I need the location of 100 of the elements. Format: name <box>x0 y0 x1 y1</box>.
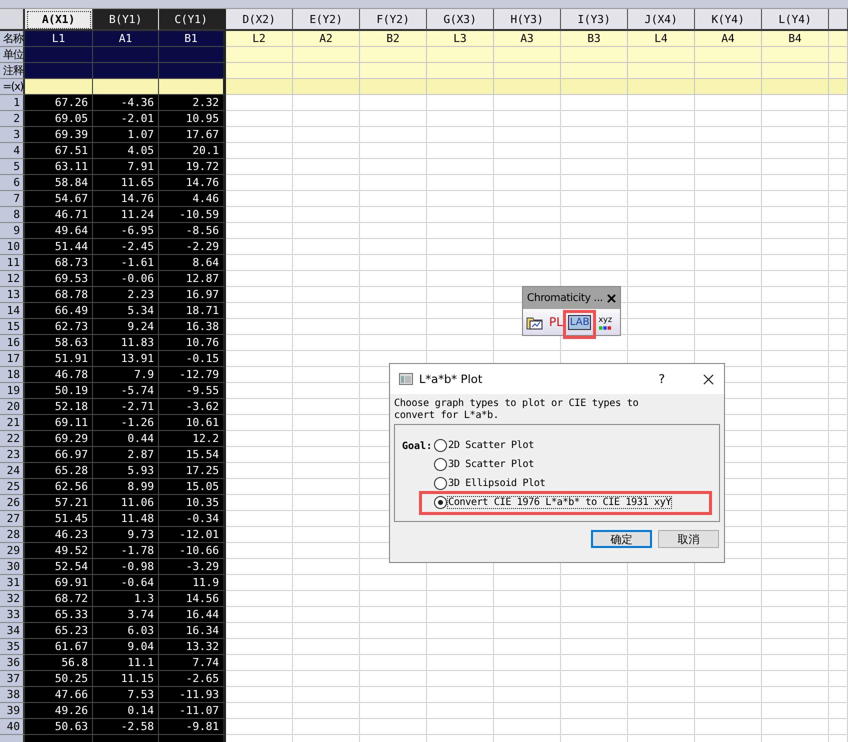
radio-button[interactable] <box>434 496 448 509</box>
empty-cell <box>762 447 829 463</box>
column-header[interactable]: H(Y3) <box>494 9 561 31</box>
column-header[interactable]: K(Y4) <box>695 9 762 31</box>
row-number: 36 <box>0 655 25 671</box>
column-header[interactable]: F(Y2) <box>360 9 427 31</box>
table-cell: 12.87 <box>159 271 226 287</box>
empty-cell <box>427 255 494 271</box>
empty-cell <box>628 319 695 335</box>
table-cell: L2 <box>226 31 293 47</box>
table-cell: 13.91 <box>93 351 159 367</box>
toolbar-button[interactable]: LAB <box>568 314 592 330</box>
table-cell: 9.73 <box>93 527 159 543</box>
table-cell: A2 <box>293 31 360 47</box>
empty-cell <box>494 207 561 223</box>
empty-cell <box>293 191 360 207</box>
row-number: 12 <box>0 271 25 287</box>
empty-cell <box>628 127 695 143</box>
table-cell: 18.71 <box>159 303 226 319</box>
table-cell: 16.34 <box>159 623 226 639</box>
empty-cell <box>829 591 848 607</box>
table-cell: 46.78 <box>25 367 93 383</box>
empty-cell <box>762 191 829 207</box>
empty-cell <box>360 175 427 191</box>
table-cell: 47.66 <box>25 687 93 703</box>
table-cell: B2 <box>360 31 427 47</box>
table-cell: -4.36 <box>93 95 159 111</box>
dialog-button[interactable]: 确定 <box>591 530 652 548</box>
table-cell: 52.54 <box>25 559 93 575</box>
radio-button[interactable] <box>434 477 448 490</box>
empty-cell <box>561 143 628 159</box>
empty-cell <box>829 271 848 287</box>
option-label[interactable]: 3D Ellipsoid Plot <box>448 478 546 489</box>
empty-cell <box>762 415 829 431</box>
empty-cell <box>762 479 829 495</box>
empty-cell <box>829 143 848 159</box>
row-number: 40 <box>0 719 25 735</box>
column-header[interactable]: E(Y2) <box>293 9 360 31</box>
column-header[interactable]: B(Y1) <box>93 9 159 31</box>
column-header[interactable]: A(X1) <box>25 9 93 31</box>
column-header[interactable]: I(Y3) <box>561 9 628 31</box>
option-label[interactable]: Convert CIE 1976 L*a*b* to CIE 1931 xyY <box>448 497 672 508</box>
row-label: 注释 <box>0 63 25 79</box>
option-label[interactable]: 3D Scatter Plot <box>448 459 534 470</box>
toolbar-button[interactable]: PL <box>547 313 565 331</box>
table-cell: 4.46 <box>159 191 226 207</box>
table-cell: 46.23 <box>25 527 93 543</box>
radio-button[interactable] <box>434 439 448 452</box>
toolbar-button[interactable]: xyz <box>598 314 612 324</box>
empty-cell <box>494 591 561 607</box>
empty-cell <box>628 671 695 687</box>
column-header[interactable]: C(Y1) <box>159 9 226 31</box>
empty-cell <box>494 159 561 175</box>
close-icon[interactable] <box>703 374 714 384</box>
empty-cell <box>293 127 360 143</box>
empty-cell <box>695 255 762 271</box>
empty-cell <box>829 671 848 687</box>
table-cell: 49.52 <box>25 543 93 559</box>
empty-cell <box>829 559 848 575</box>
empty-cell <box>561 703 628 719</box>
empty-cell <box>293 207 360 223</box>
column-header[interactable]: G(X3) <box>427 9 494 31</box>
empty-cell <box>829 479 848 495</box>
empty-cell <box>695 287 762 303</box>
table-cell: A1 <box>93 31 159 47</box>
dialog-button[interactable]: 取消 <box>658 530 719 548</box>
empty-cell <box>360 319 427 335</box>
empty-cell <box>762 271 829 287</box>
empty-cell <box>494 239 561 255</box>
empty-cell <box>561 687 628 703</box>
table-cell: L1 <box>25 31 93 47</box>
option-label[interactable]: 2D Scatter Plot <box>448 440 534 451</box>
table-cell: L4 <box>628 31 695 47</box>
row-number: 38 <box>0 687 25 703</box>
empty-cell <box>695 207 762 223</box>
table-cell: 69.05 <box>25 111 93 127</box>
column-header[interactable]: L(Y4) <box>762 9 829 31</box>
table-cell: 10.95 <box>159 111 226 127</box>
empty-cell <box>427 159 494 175</box>
help-button[interactable]: ? <box>658 372 665 386</box>
empty-cell <box>293 111 360 127</box>
empty-cell <box>427 607 494 623</box>
table-cell: 58.84 <box>25 175 93 191</box>
table-cell: 54.67 <box>25 191 93 207</box>
table-cell: 11.1 <box>93 655 159 671</box>
table-cell: 11.9 <box>159 575 226 591</box>
empty-cell <box>829 687 848 703</box>
column-header[interactable]: D(X2) <box>226 9 293 31</box>
empty-cell <box>561 639 628 655</box>
row-number: 11 <box>0 255 25 271</box>
empty-cell <box>561 655 628 671</box>
radio-button[interactable] <box>434 458 448 471</box>
close-icon[interactable] <box>607 294 616 302</box>
table-cell: 14.76 <box>93 191 159 207</box>
column-header[interactable]: J(X4) <box>628 9 695 31</box>
table-cell: 58.63 <box>25 335 93 351</box>
empty-cell <box>628 655 695 671</box>
table-cell: -5.74 <box>93 383 159 399</box>
empty-cell <box>427 239 494 255</box>
window-icon <box>399 373 413 385</box>
